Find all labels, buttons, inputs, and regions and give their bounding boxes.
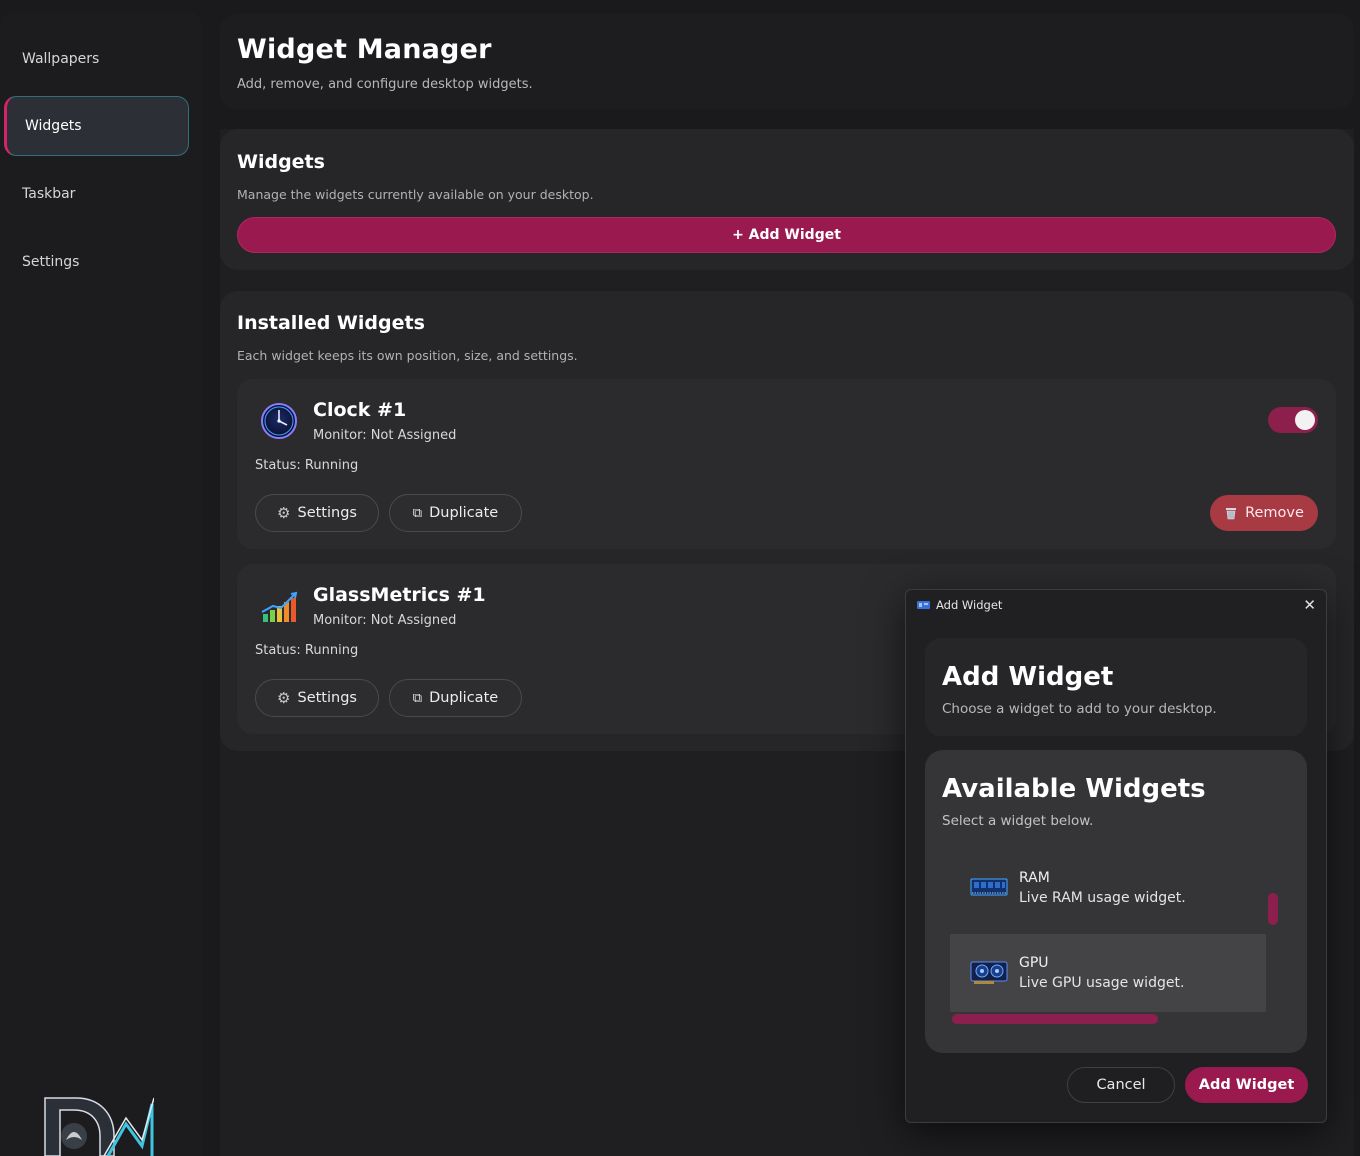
widgets-card: Widgets Manage the widgets currently ava… bbox=[220, 129, 1354, 270]
sidebar-item-label: Taskbar bbox=[22, 186, 76, 202]
widget-monitor: Monitor: Not Assigned bbox=[313, 613, 457, 628]
horizontal-scrollbar[interactable] bbox=[952, 1014, 1158, 1024]
widget-name: GlassMetrics #1 bbox=[313, 584, 486, 606]
sidebar-item-settings[interactable]: Settings bbox=[4, 232, 189, 292]
clock-icon bbox=[261, 403, 297, 439]
list-item-name: GPU bbox=[1019, 955, 1049, 971]
list-item-name: RAM bbox=[1019, 870, 1050, 886]
button-label: Settings bbox=[297, 505, 357, 521]
widgets-section-subtitle: Manage the widgets currently available o… bbox=[237, 187, 594, 202]
installed-section-subtitle: Each widget keeps its own position, size… bbox=[237, 348, 578, 363]
button-label: Settings bbox=[297, 690, 357, 706]
widget-remove-button[interactable]: Remove bbox=[1210, 495, 1318, 531]
available-title: Available Widgets bbox=[942, 774, 1206, 804]
page-subtitle: Add, remove, and configure desktop widge… bbox=[237, 77, 533, 92]
widget-row-clock: Clock #1 Monitor: Not Assigned Status: R… bbox=[237, 379, 1336, 549]
gpu-icon bbox=[970, 961, 1008, 984]
widget-name: Clock #1 bbox=[313, 399, 407, 421]
widget-settings-button[interactable]: ⚙ Settings bbox=[255, 679, 379, 717]
widget-duplicate-button[interactable]: ⧉ Duplicate bbox=[389, 494, 522, 532]
gear-icon: ⚙ bbox=[277, 689, 291, 707]
app-logo bbox=[44, 1097, 154, 1156]
available-widgets-panel: Available Widgets Select a widget below.… bbox=[925, 750, 1307, 1053]
widget-status: Status: Running bbox=[255, 458, 359, 473]
list-item-description: Live RAM usage widget. bbox=[1019, 890, 1186, 906]
duplicate-icon: ⧉ bbox=[412, 505, 423, 521]
dialog-subtitle: Choose a widget to add to your desktop. bbox=[942, 701, 1217, 717]
sidebar-item-widgets[interactable]: Widgets bbox=[4, 96, 189, 156]
widgets-section-title: Widgets bbox=[237, 151, 325, 173]
widget-duplicate-button[interactable]: ⧉ Duplicate bbox=[389, 679, 522, 717]
sidebar-item-taskbar[interactable]: Taskbar bbox=[4, 164, 189, 224]
available-subtitle: Select a widget below. bbox=[942, 813, 1094, 829]
vertical-scrollbar[interactable] bbox=[1268, 893, 1278, 925]
confirm-add-widget-button[interactable]: Add Widget bbox=[1185, 1067, 1308, 1103]
metrics-chart-icon bbox=[261, 591, 298, 622]
dialog-titlebar: Add Widget ✕ bbox=[906, 590, 1326, 620]
button-label: Remove bbox=[1245, 505, 1304, 521]
gear-icon: ⚙ bbox=[277, 504, 291, 522]
dialog-window-title: Add Widget bbox=[936, 598, 1003, 612]
add-widget-dialog: Add Widget ✕ Add Widget Choose a widget … bbox=[905, 589, 1327, 1123]
trash-icon bbox=[1226, 508, 1237, 520]
widget-monitor: Monitor: Not Assigned bbox=[313, 428, 457, 443]
sidebar: Wallpapers Widgets Taskbar Settings bbox=[0, 12, 202, 1156]
add-widget-button[interactable]: + Add Widget bbox=[237, 217, 1336, 253]
duplicate-icon: ⧉ bbox=[412, 690, 423, 706]
app-icon bbox=[917, 601, 930, 609]
ram-icon bbox=[970, 878, 1008, 896]
cancel-button[interactable]: Cancel bbox=[1067, 1067, 1175, 1103]
list-item-gpu[interactable]: GPU Live GPU usage widget. bbox=[950, 934, 1266, 1012]
page-title: Widget Manager bbox=[237, 34, 492, 65]
sidebar-item-label: Wallpapers bbox=[22, 51, 100, 67]
sidebar-item-label: Widgets bbox=[25, 118, 82, 134]
page-header: Widget Manager Add, remove, and configur… bbox=[220, 14, 1354, 109]
list-item-description: Live GPU usage widget. bbox=[1019, 975, 1185, 991]
widget-enabled-toggle[interactable] bbox=[1268, 407, 1318, 433]
widget-status: Status: Running bbox=[255, 643, 359, 658]
list-item-ram[interactable]: RAM Live RAM usage widget. bbox=[950, 849, 1266, 927]
widget-settings-button[interactable]: ⚙ Settings bbox=[255, 494, 379, 532]
button-label: Duplicate bbox=[429, 505, 499, 521]
close-icon[interactable]: ✕ bbox=[1303, 596, 1316, 614]
installed-section-title: Installed Widgets bbox=[237, 312, 425, 334]
button-label: Duplicate bbox=[429, 690, 499, 706]
sidebar-item-label: Settings bbox=[22, 254, 80, 270]
dialog-title: Add Widget bbox=[942, 662, 1114, 692]
sidebar-item-wallpapers[interactable]: Wallpapers bbox=[4, 29, 189, 89]
dialog-header: Add Widget Choose a widget to add to you… bbox=[925, 638, 1307, 736]
